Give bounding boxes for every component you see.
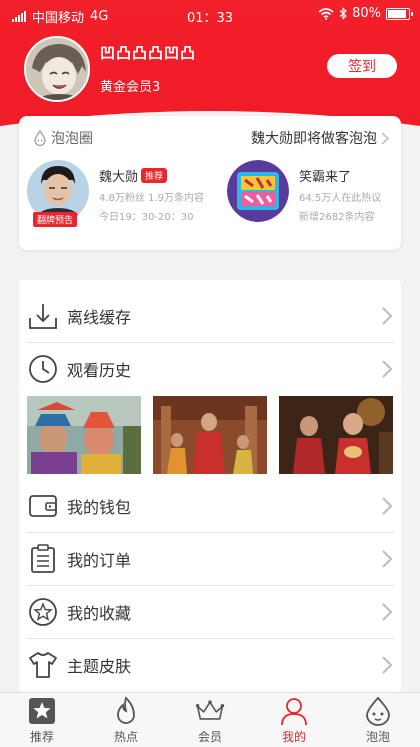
history-thumbnails: [27, 396, 393, 474]
menu-item-orders[interactable]: 我的订单: [19, 533, 401, 585]
menu-item-theme-skin[interactable]: 主题皮肤: [19, 639, 401, 691]
tab-label: 推荐: [29, 730, 54, 744]
bottom-tab-bar: 推荐 热点 会员 我的 泡泡: [0, 692, 420, 747]
bubble-circle-title: 泡泡圈: [51, 131, 93, 147]
chevron-right-icon: [382, 656, 393, 674]
bubble-person-card[interactable]: 笑霸来了 64.5万人在此热议 新增2682条内容: [219, 160, 419, 232]
clock: 01：33: [186, 11, 234, 26]
tab-label: 泡泡: [365, 730, 390, 744]
person-name: 魏大勋: [99, 170, 139, 185]
crown-icon: [195, 696, 225, 726]
history-thumbnail[interactable]: [153, 396, 267, 474]
person-avatar: [227, 160, 289, 222]
bubble-circle-card: 泡泡圈 魏大勋即将做客泡泡 翻牌预告 魏大勋 推荐 4.8万粉丝 1.9万条内容…: [19, 116, 401, 250]
history-thumbnail[interactable]: [27, 396, 141, 474]
tab-mine[interactable]: 我的: [252, 693, 336, 747]
download-icon: [27, 300, 59, 332]
menu-item-label: 主题皮肤: [67, 657, 132, 676]
menu-item-label: 我的钱包: [67, 498, 132, 517]
menu-item-label: 我的收藏: [67, 604, 132, 623]
menu-item-label: 观看历史: [67, 361, 132, 380]
chevron-right-icon: [382, 603, 393, 621]
tab-label: 会员: [197, 730, 222, 744]
person-name: 笑霸来了: [299, 170, 352, 185]
clock-icon: [27, 353, 59, 385]
preview-tag: 翻牌预告: [33, 212, 78, 227]
order-list-icon: [27, 543, 59, 575]
person-schedule: 新增2682条内容: [299, 212, 375, 223]
bluetooth-icon: [339, 7, 348, 20]
person-schedule: 今日19：30-20：30: [99, 212, 194, 223]
wifi-icon: [318, 7, 334, 20]
menu-item-wallet[interactable]: 我的钱包: [19, 480, 401, 532]
menu-item-label: 离线缓存: [67, 308, 132, 327]
menu-item-watch-history[interactable]: 观看历史: [19, 343, 401, 395]
person-stats: 64.5万人在此热议: [299, 193, 382, 204]
tab-label: 热点: [113, 730, 138, 744]
chevron-right-icon: [382, 360, 393, 378]
bubble-drop-icon: [34, 130, 46, 146]
menu-item-label: 我的订单: [67, 551, 132, 570]
tab-bubble[interactable]: 泡泡: [336, 693, 420, 747]
bubble-promo-link[interactable]: 魏大勋即将做客泡泡: [251, 128, 389, 148]
member-level[interactable]: 黄金会员3: [100, 76, 160, 95]
menu-card: 离线缓存 观看历史 我的钱包 我的订单 我的收藏 主题皮肤: [19, 280, 401, 692]
tshirt-icon: [27, 649, 59, 681]
person-icon: [279, 696, 309, 726]
star-box-icon: [27, 696, 57, 726]
user-avatar[interactable]: [24, 36, 90, 102]
bubble-circle-header[interactable]: 泡泡圈: [33, 128, 93, 148]
battery-icon: [386, 7, 413, 20]
person-stats: 4.8万粉丝 1.9万条内容: [99, 193, 204, 204]
recommend-badge: 推荐: [141, 168, 168, 183]
bubble-person-card[interactable]: 翻牌预告 魏大勋 推荐 4.8万粉丝 1.9万条内容 今日19：30-20：30: [19, 160, 219, 232]
flame-icon: [111, 696, 141, 726]
tab-label: 我的: [281, 730, 306, 744]
chevron-right-icon: [381, 131, 389, 145]
tab-hot[interactable]: 热点: [84, 693, 168, 747]
menu-item-offline-cache[interactable]: 离线缓存: [19, 290, 401, 342]
star-icon: [27, 596, 59, 628]
bubble-face-icon: [363, 696, 393, 726]
battery-percent: 80%: [352, 6, 381, 21]
tab-vip[interactable]: 会员: [168, 693, 252, 747]
chevron-right-icon: [382, 497, 393, 515]
chevron-right-icon: [382, 550, 393, 568]
signin-button[interactable]: 签到: [327, 54, 397, 78]
status-bar: 中国移动 4G 01：33 80%: [0, 0, 420, 30]
chevron-right-icon: [382, 307, 393, 325]
username[interactable]: 凹凸凸凸凹凸: [100, 42, 196, 63]
history-thumbnail[interactable]: [279, 396, 393, 474]
bubble-promo-text: 魏大勋即将做客泡泡: [251, 131, 377, 147]
wallet-icon: [27, 490, 59, 522]
menu-item-favorites[interactable]: 我的收藏: [19, 586, 401, 638]
tab-recommend[interactable]: 推荐: [0, 693, 84, 747]
